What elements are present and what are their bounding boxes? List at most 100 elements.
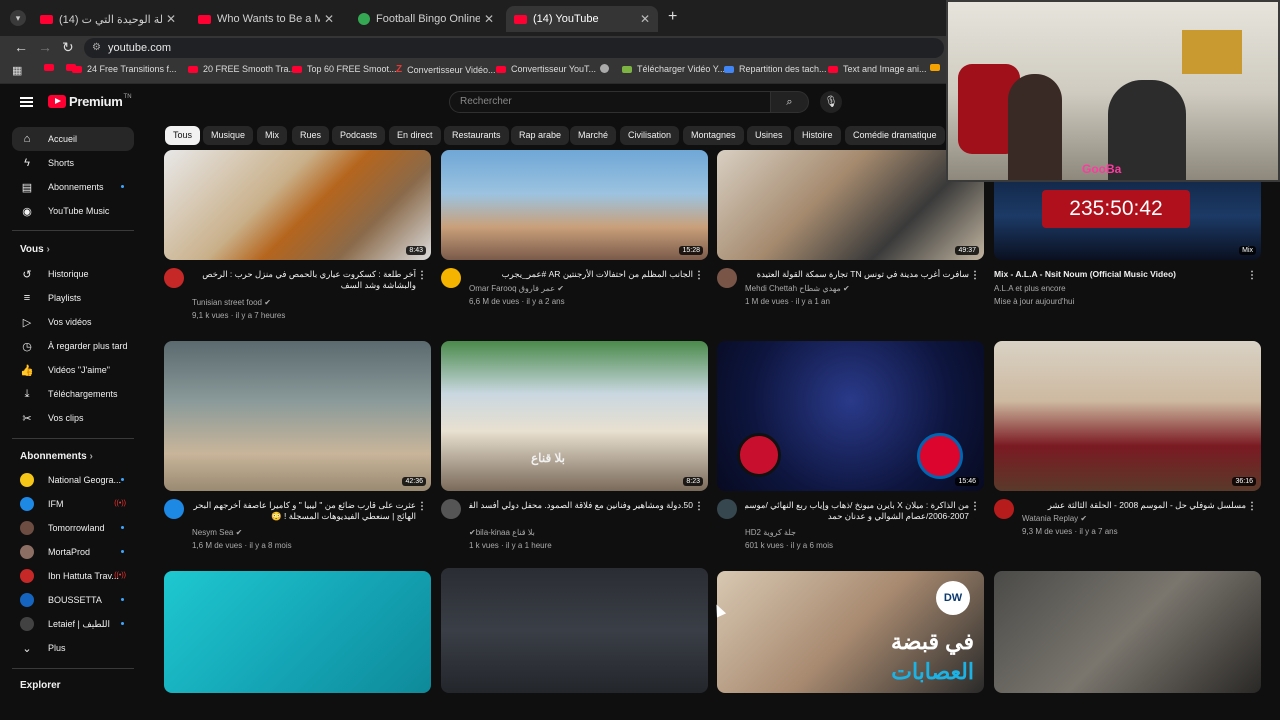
chip-rap-arabe[interactable]: Rap arabe: [511, 126, 570, 145]
video-card[interactable]: 8:23 بلا قناع 50.دولة ومشاهير وفنانين مع …: [441, 341, 708, 556]
close-tab-icon[interactable]: ✕: [640, 12, 650, 26]
browser-tab-3[interactable]: Football Bingo Online - Play No✕: [350, 6, 502, 32]
video-title-line2[interactable]: الهائج | سنعطي الفيديوهات المسجلة ! 😳: [192, 511, 416, 522]
channel-name[interactable]: A.L.A et plus encore: [994, 284, 1066, 293]
bookmark-overflow[interactable]: [930, 64, 945, 71]
search-button[interactable]: ⌕: [771, 91, 809, 113]
sidebar-you-header[interactable]: Vous ›: [20, 244, 50, 255]
channel-avatar[interactable]: [441, 268, 461, 288]
more-options-icon[interactable]: ⋮: [1247, 501, 1257, 512]
video-card[interactable]: 8:43 آخر طلعة : كسكروت عياري بالحمص في م…: [164, 150, 431, 325]
more-options-icon[interactable]: ⋮: [417, 270, 427, 281]
video-title[interactable]: 50.دولة ومشاهير وفنانين مع فلاقة الصمود.…: [469, 500, 693, 511]
channel-name[interactable]: Tunisian street food ✔: [192, 298, 271, 307]
bookmark-6[interactable]: Z Convertisseur Vidéo...: [396, 64, 496, 75]
video-thumbnail[interactable]: [441, 568, 708, 693]
sidebar-show-more[interactable]: ⌄ Plus: [12, 636, 134, 660]
video-card[interactable]: 15:28 الجانب المظلم من احتفالات الأرجنتي…: [441, 150, 708, 325]
video-title[interactable]: آخر طلعة : كسكروت عياري بالحمص في منزل ح…: [192, 269, 416, 280]
bookmark-7[interactable]: Convertisseur YouT...: [496, 64, 596, 74]
back-arrow-icon[interactable]: ←: [14, 39, 28, 55]
sidebar-sub-tomorrowland[interactable]: Tomorrowland: [12, 516, 134, 540]
video-thumbnail[interactable]: 49:37: [717, 150, 984, 260]
video-title-line2[interactable]: 2006-2007/عصام الشوالي و عدنان حمد: [745, 511, 969, 522]
browser-tab-1[interactable]: (14) سافرت الدولة الوحيدة التي ت✕: [32, 6, 184, 32]
forward-arrow-icon[interactable]: →: [38, 39, 52, 55]
url-field[interactable]: ⚙ youtube.com: [84, 38, 944, 58]
bookmark-8[interactable]: [600, 64, 614, 73]
sidebar-item-vos-clips[interactable]: ✂ Vos clips: [12, 406, 134, 430]
bookmark-4[interactable]: 20 FREE Smooth Tra...: [188, 64, 296, 74]
sidebar-item-abonnements[interactable]: ▤ Abonnements: [12, 175, 134, 199]
more-options-icon[interactable]: ⋮: [417, 501, 427, 512]
bookmark-10[interactable]: Repartition des tach...: [724, 64, 827, 74]
chip-mix[interactable]: Mix: [257, 126, 287, 145]
video-thumbnail[interactable]: [994, 571, 1261, 693]
close-tab-icon[interactable]: ✕: [324, 12, 334, 26]
new-tab-icon[interactable]: +: [668, 8, 677, 26]
chip-restaurants[interactable]: Restaurants: [444, 126, 509, 145]
video-thumbnail[interactable]: 42:36: [164, 341, 431, 491]
sidebar-item-vos-videos[interactable]: ▷ Vos vidéos: [12, 310, 134, 334]
sidebar-sub-letaief[interactable]: Letaief | اللطيف: [12, 612, 134, 636]
browser-tab-2[interactable]: Who Wants to Be a Millionaire✕: [190, 6, 342, 32]
sidebar-subscriptions-header[interactable]: Abonnements ›: [20, 451, 93, 462]
video-card[interactable]: 15:46 من الذاكرة : ميلان X بايرن ميونخ /…: [717, 341, 984, 556]
search-input[interactable]: Rechercher: [449, 91, 771, 113]
more-options-icon[interactable]: ⋮: [970, 270, 980, 281]
video-thumbnail[interactable]: 15:28: [441, 150, 708, 260]
video-title[interactable]: عثرت على قارب ضائع من " ليبيا " و كاميرا…: [192, 500, 416, 511]
sidebar-item-historique[interactable]: ↺ Historique: [12, 262, 134, 286]
sidebar-item-accueil[interactable]: ⌂ Accueil: [12, 127, 134, 151]
sidebar-sub-mortaprod[interactable]: MortaProd: [12, 540, 134, 564]
more-options-icon[interactable]: ⋮: [970, 501, 980, 512]
browser-tab-active[interactable]: (14) YouTube ✕: [506, 6, 658, 32]
voice-search-button[interactable]: 🎙: [820, 91, 842, 113]
video-title[interactable]: من الذاكرة : ميلان X بايرن ميونخ /ذهاب و…: [745, 500, 969, 511]
chip-montagnes[interactable]: Montagnes: [683, 126, 744, 145]
bookmark-9[interactable]: Télécharger Vidéo Y...: [622, 64, 725, 74]
sidebar-item-youtube-music[interactable]: ◉ YouTube Music: [12, 199, 134, 223]
channel-name[interactable]: ✔bila-kinaa بلا قناع: [469, 528, 535, 537]
sidebar-sub-ibn-hattuta[interactable]: Ibn Hattuta Trav... ((•)): [12, 564, 134, 588]
video-card[interactable]: 49:37 سافرت أغرب مدينة في تونس TN تجارة …: [717, 150, 984, 325]
video-card[interactable]: 36:16 مسلسل شوفلي حل - الموسم 2008 - الح…: [994, 341, 1261, 556]
apps-grid-icon[interactable]: ▦: [12, 64, 22, 77]
more-options-icon[interactable]: ⋮: [694, 270, 704, 281]
channel-name[interactable]: Watania Replay ✔: [1022, 514, 1087, 523]
video-title-line2[interactable]: والبشاشة وشد السف: [192, 280, 416, 291]
channel-name[interactable]: Mehdi Chettah مهدي شطاح ✔: [745, 284, 850, 293]
bookmark-3[interactable]: 24 Free Transitions f...: [72, 64, 177, 74]
sidebar-sub-ifm[interactable]: IFM ((•)): [12, 492, 134, 516]
channel-name[interactable]: HD2 جلة كروية: [745, 528, 796, 537]
menu-icon[interactable]: [20, 97, 33, 107]
channel-avatar[interactable]: [717, 268, 737, 288]
channel-name[interactable]: Omar Farooq عمر فاروق ✔: [469, 284, 564, 293]
sidebar-sub-boussetta[interactable]: BOUSSETTA: [12, 588, 134, 612]
more-options-icon[interactable]: ⋮: [1247, 270, 1257, 281]
chip-musique[interactable]: Musique: [203, 126, 254, 145]
video-thumbnail[interactable]: 8:23 بلا قناع: [441, 341, 708, 491]
chip-rues[interactable]: Rues: [292, 126, 330, 145]
video-title[interactable]: مسلسل شوفلي حل - الموسم 2008 - الحلقة ال…: [1022, 500, 1246, 511]
channel-avatar[interactable]: [164, 268, 184, 288]
chip-civilisation[interactable]: Civilisation: [620, 126, 680, 145]
video-title[interactable]: الجانب المظلم من احتفالات الأرجنتين AR #…: [469, 269, 693, 280]
sidebar-sub-national-geographic[interactable]: National Geogra...: [12, 468, 134, 492]
reload-icon[interactable]: ↻: [62, 39, 74, 56]
more-options-icon[interactable]: ⋮: [694, 501, 704, 512]
channel-name[interactable]: Nesym Sea ✔: [192, 528, 242, 537]
sidebar-item-shorts[interactable]: ϟ Shorts: [12, 151, 134, 175]
chip-tous[interactable]: Tous: [165, 126, 201, 145]
video-thumbnail[interactable]: 15:46: [717, 341, 984, 491]
channel-avatar[interactable]: [717, 499, 737, 519]
bookmark-5[interactable]: Top 60 FREE Smoot...: [292, 64, 397, 74]
video-thumbnail[interactable]: [164, 571, 431, 693]
channel-avatar[interactable]: [164, 499, 184, 519]
video-thumbnail[interactable]: DW في قبضة العصابات: [717, 571, 984, 693]
video-thumbnail[interactable]: 36:16: [994, 341, 1261, 491]
video-title[interactable]: سافرت أغرب مدينة في تونس TN تجارة سمكة ا…: [745, 269, 969, 280]
channel-avatar[interactable]: [441, 499, 461, 519]
chip-histoire[interactable]: Histoire: [794, 126, 841, 145]
chip-usines[interactable]: Usines: [747, 126, 791, 145]
